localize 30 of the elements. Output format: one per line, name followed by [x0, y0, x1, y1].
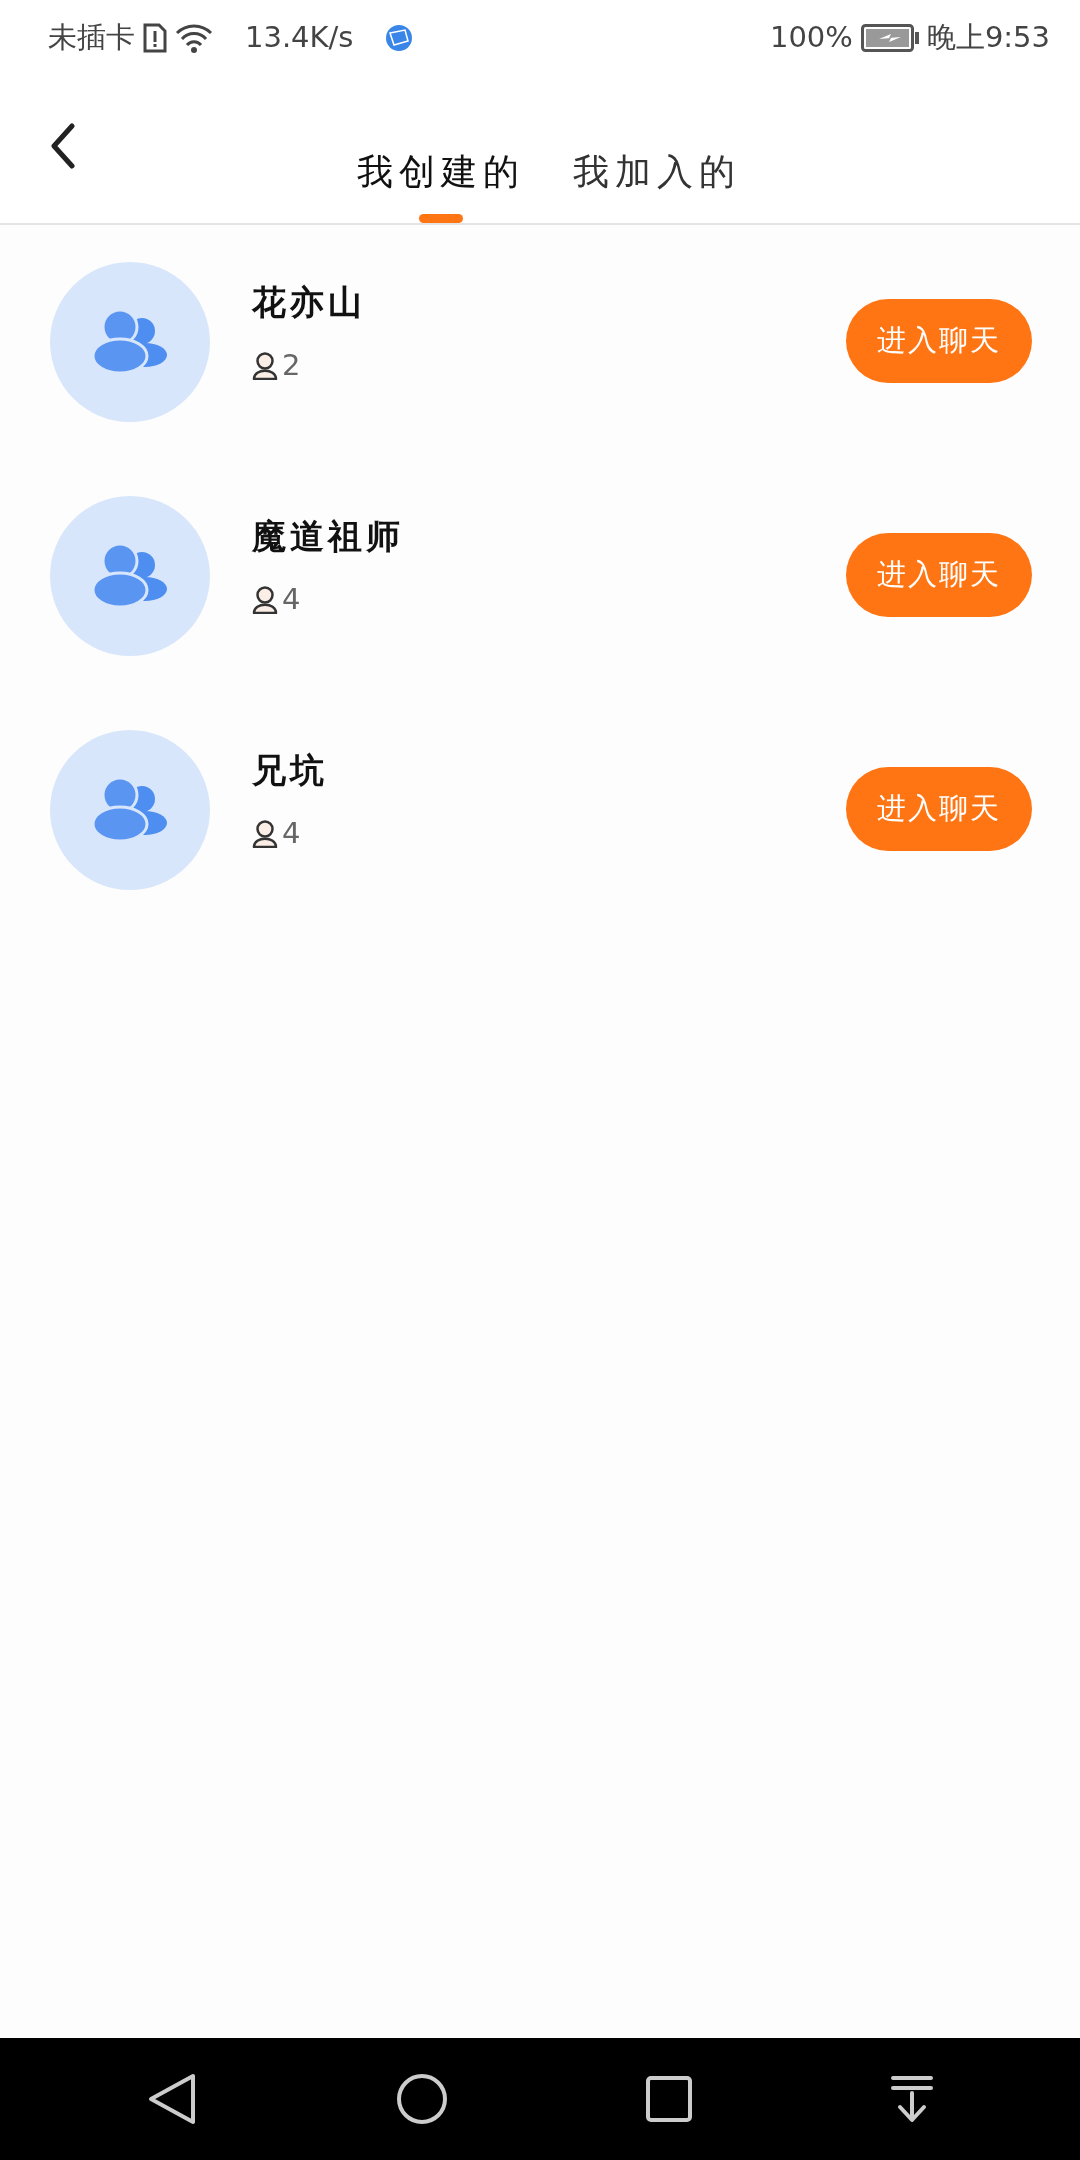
member-count: 4 [282, 580, 301, 618]
carrier-text: 未插卡 [48, 18, 135, 56]
member-count: 4 [282, 814, 301, 852]
group-icon [92, 309, 168, 375]
recents-nav-icon[interactable] [646, 2076, 693, 2122]
group-name: 魔道祖师 [252, 514, 404, 558]
notification-pull-icon[interactable] [890, 2075, 933, 2123]
person-icon [252, 585, 278, 614]
time-text: 晚上9:53 [926, 18, 1050, 56]
person-icon [252, 819, 278, 848]
back-button[interactable] [50, 123, 76, 169]
network-speed-text: 13.4K/s [245, 18, 354, 56]
group-name: 花亦山 [252, 280, 366, 324]
group-icon [92, 777, 168, 843]
tab[interactable]: 我加入的 [573, 75, 741, 223]
group-name: 兄坑 [252, 748, 328, 792]
enter-chat-button[interactable]: 进入聊天 [846, 533, 1032, 617]
member-count: 2 [282, 346, 301, 384]
tab[interactable]: 我创建的 [357, 75, 525, 223]
enter-chat-button[interactable]: 进入聊天 [846, 299, 1032, 383]
sim-alert-icon [143, 22, 167, 53]
battery-percent-text: 100% [769, 18, 853, 56]
home-nav-icon[interactable] [395, 2073, 448, 2125]
back-nav-icon[interactable] [147, 2073, 198, 2125]
group-icon [92, 543, 168, 609]
enter-chat-button[interactable]: 进入聊天 [846, 767, 1032, 851]
person-icon [252, 351, 278, 380]
battery-charging-icon [860, 23, 919, 52]
wifi-icon [175, 22, 213, 53]
globe-icon [385, 23, 414, 52]
